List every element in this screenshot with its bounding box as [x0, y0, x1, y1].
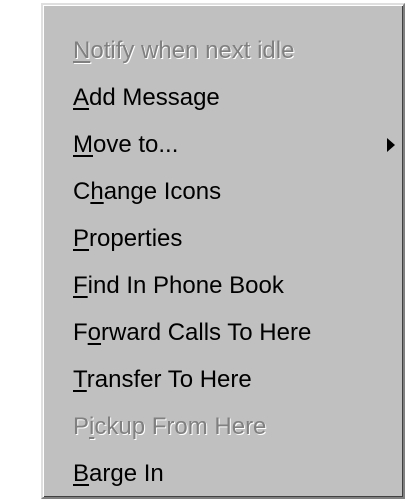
menu-item-label-post: ransfer To Here: [86, 366, 252, 393]
menu-item-change-icons[interactable]: Change Icons: [43, 168, 403, 215]
menu-item-pickup-from-here: Pickup From Here: [43, 403, 403, 450]
menu-item-mnemonic: P: [73, 225, 90, 252]
menu-item-mnemonic: o: [87, 319, 102, 346]
menu-item-mnemonic: F: [73, 272, 88, 299]
menu-item-label-pre: P: [73, 413, 90, 440]
menu-item-mnemonic: M: [73, 131, 93, 158]
menu-item-properties[interactable]: Properties: [43, 215, 403, 262]
menu-item-label-post: ange Icons: [103, 178, 222, 205]
menu-item-label-post: ckup From Here: [94, 413, 267, 440]
menu-item-forward-calls-to-here[interactable]: Forward Calls To Here: [43, 309, 403, 356]
menu-item-label-pre: F: [73, 319, 88, 346]
submenu-arrow-icon: [387, 137, 395, 152]
menu-item-find-in-phone-book[interactable]: Find In Phone Book: [43, 262, 403, 309]
menu-item-move-to[interactable]: Move to...: [43, 121, 403, 168]
menu-item-label-post: rward Calls To Here: [101, 319, 312, 346]
menu-item-label-post: otify when next idle: [90, 37, 295, 64]
menu-item-label-post: arge In: [89, 460, 164, 487]
menu-item-label-post: dd Message: [89, 84, 220, 111]
context-menu: Notify when next idle Add Message Move t…: [41, 3, 405, 499]
menu-item-label-post: ove to...: [93, 131, 179, 158]
menu-item-mnemonic: B: [73, 460, 90, 487]
menu-item-label-post: roperties: [89, 225, 183, 252]
menu-item-mnemonic: h: [90, 178, 104, 205]
menu-item-transfer-to-here[interactable]: Transfer To Here: [43, 356, 403, 403]
menu-item-mnemonic: T: [73, 366, 87, 393]
menu-item-label-post: ind In Phone Book: [87, 272, 284, 299]
menu-item-mnemonic: N: [73, 37, 91, 64]
menu-item-notify-when-next-idle: Notify when next idle: [43, 27, 403, 74]
menu-item-barge-in[interactable]: Barge In: [43, 450, 403, 497]
menu-item-label-pre: C: [73, 178, 91, 205]
menu-item-add-message[interactable]: Add Message: [43, 74, 403, 121]
menu-item-mnemonic: A: [73, 84, 90, 111]
